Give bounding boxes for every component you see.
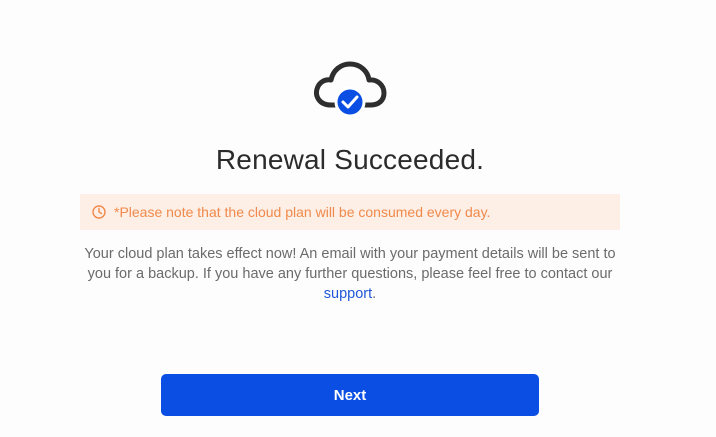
notice-banner: *Please note that the cloud plan will be… — [80, 194, 620, 230]
support-link[interactable]: support — [324, 286, 372, 302]
renewal-success-page: Renewal Succeeded. *Please note that the… — [0, 0, 716, 437]
cloud-check-icon — [309, 58, 391, 120]
page-title: Renewal Succeeded. — [215, 144, 485, 175]
next-button[interactable]: Next — [161, 374, 539, 416]
description-text: Your cloud plan takes effect now! An ema… — [80, 244, 620, 304]
description-suffix: . — [372, 286, 377, 302]
notice-text: *Please note that the cloud plan will be… — [114, 204, 491, 220]
description-prefix: Your cloud plan takes effect now! An ema… — [84, 246, 616, 282]
clock-icon — [92, 205, 106, 219]
